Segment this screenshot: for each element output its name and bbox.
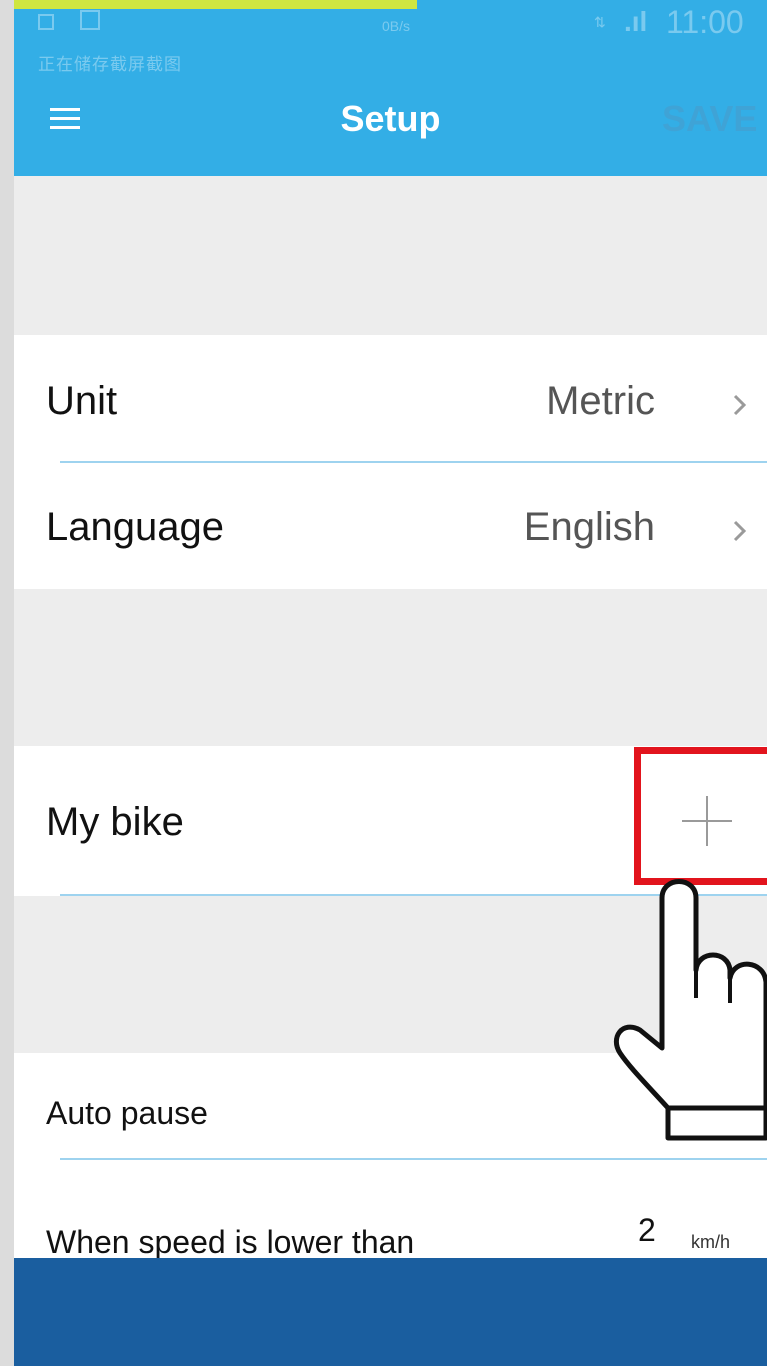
net-speed-text: 0B/s (382, 18, 411, 34)
speed-threshold-value[interactable]: 2 (638, 1212, 656, 1249)
status-bar: 0B/s ⇅ .ıl 11:00 (14, 4, 767, 40)
speed-threshold-row[interactable]: When speed is lower than 2 km/h (14, 1160, 767, 1260)
language-label: Language (46, 505, 224, 549)
page-title: Setup (340, 98, 441, 139)
unit-value: Metric (546, 379, 655, 423)
pointing-hand-icon (613, 879, 767, 1141)
preferences-group: Unit Metric Language English (14, 335, 767, 589)
notification-icon (38, 14, 54, 30)
auto-pause-label: Auto pause (46, 1095, 208, 1131)
unit-label: Unit (46, 379, 118, 423)
chevron-right-icon (733, 520, 747, 542)
speed-unit: km/h (691, 1232, 731, 1252)
data-arrows-icon: ⇅ (594, 14, 606, 30)
bottom-bar (14, 1258, 767, 1366)
status-time: 11:00 (666, 4, 744, 40)
speed-threshold-label: When speed is lower than (46, 1224, 415, 1260)
phone-screen: 0B/s ⇅ .ıl 11:00 正在储存截屏截图 Setup SAVE Uni… (14, 0, 767, 1366)
signal-icon: .ıl (624, 6, 648, 37)
language-value: English (523, 505, 655, 549)
left-border (0, 0, 14, 1366)
screenshot-icon (80, 10, 100, 30)
chevron-right-icon (733, 394, 747, 416)
notification-text: 正在储存截屏截图 (38, 55, 182, 74)
unit-row[interactable]: Unit Metric (14, 335, 767, 461)
language-row[interactable]: Language English (14, 463, 767, 589)
my-bike-label: My bike (46, 800, 184, 844)
app-bar: 0B/s ⇅ .ıl 11:00 正在储存截屏截图 Setup SAVE (14, 0, 767, 176)
save-button[interactable]: SAVE (662, 98, 757, 140)
